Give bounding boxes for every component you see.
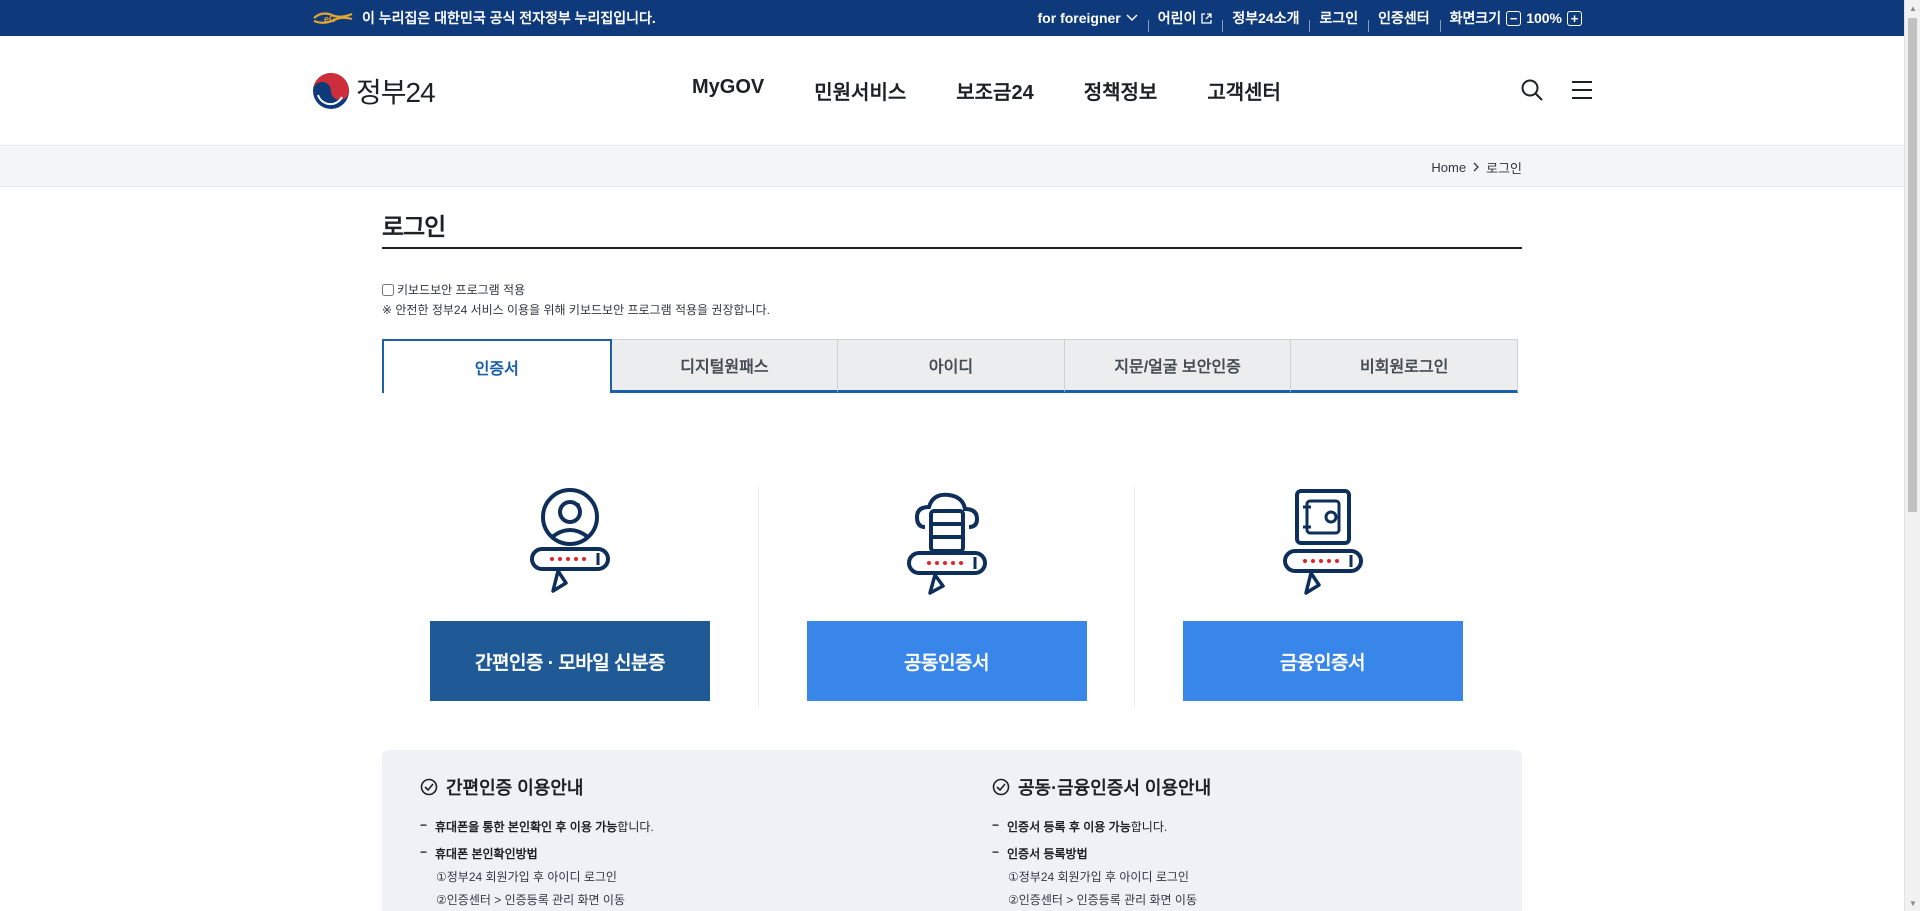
kids-label: 어린이 [1157,10,1197,26]
dash-bullet: − [420,845,428,859]
check-circle-icon [992,778,1010,796]
guide-text: 휴대폰을 통한 본인확인 후 이용 가능합니다. [435,818,654,835]
keyboard-security-option[interactable]: 키보드보안 프로그램 적용 [382,281,525,298]
guide-step: ②인증센터 > 인증등록 관리 화면 이동 [1008,893,1197,907]
tab-id[interactable]: 아이디 [837,339,1065,393]
guide-bold-text: 인증서 등록 후 이용 가능 [1007,820,1131,834]
finance-cert-card: 금융인증서 [1134,487,1510,707]
joint-cert-card: 공동인증서 [758,487,1134,707]
keyboard-security-checkbox[interactable] [382,283,394,296]
finance-cert-icon-wrap [1273,487,1373,602]
cloud-server-icon [906,492,987,595]
site-logo[interactable]: 정부24 [312,71,436,111]
foreigner-label: for foreigner [1037,10,1121,26]
login-tabs: 인증서 디지털원패스 아이디 지문/얼굴 보안인증 비회원로그인 [382,339,1518,393]
tab-biometric[interactable]: 지문/얼굴 보안인증 [1063,339,1292,393]
chevron-right-icon [1473,162,1480,172]
guide-text: 인증서 등록 후 이용 가능합니다. [1007,818,1167,835]
tab-digital-onepass[interactable]: 디지털원패스 [610,339,839,393]
svg-text:eG: eG [324,14,336,24]
scroll-up-arrow-icon[interactable]: ▲ [1905,0,1920,16]
scroll-thumb[interactable] [1908,18,1917,512]
page-scrollbar[interactable]: ▲ ▼ [1904,0,1920,911]
nav-customer-center[interactable]: 고객센터 [1207,76,1281,105]
top-login-label: 로그인 [1319,10,1359,26]
check-circle-icon [420,778,438,796]
login-method-cards: 간편인증 · 모바일 신분증 공동인증서 금융인증서 [382,487,1522,707]
util-menu: for foreigner 어린이 정부24소개 로그인 인증센터 화면크기 −… [1028,0,1592,36]
taegeuk-logo-icon [313,73,349,109]
page-title: 로그인 [382,214,446,241]
search-icon[interactable] [1520,78,1544,102]
joint-cert-icon-wrap [897,487,997,602]
site-header: 정부24 MyGOV 민원서비스 보조금24 정책정보 고객센터 [0,36,1904,146]
title-divider [382,247,1522,249]
guide-item: − 인증서 등록방법 [992,845,1211,862]
nav-policy-info[interactable]: 정책정보 [1084,76,1158,105]
guide-rest-text: 합니다. [1130,820,1168,834]
person-auth-icon [530,488,610,593]
breadcrumb-bar: Home 로그인 [0,147,1904,187]
gov-notice-text: 이 누리집은 대한민국 공식 전자정부 누리집입니다. [362,10,656,26]
gov-notice: eG 이 누리집은 대한민국 공식 전자정부 누리집입니다. [312,0,656,36]
simple-auth-icon-wrap [520,487,620,602]
about-link[interactable]: 정부24소개 [1222,8,1309,32]
menu-icon[interactable] [1570,78,1594,102]
guide-step: ①정부24 회원가입 후 아이디 로그인 [1008,870,1189,884]
zoom-in-button[interactable]: + [1567,10,1582,26]
guide-bold-text: 휴대폰을 통한 본인확인 후 이용 가능 [435,820,618,834]
zoom-level: 100% [1526,10,1562,26]
simple-auth-button[interactable]: 간편인증 · 모바일 신분증 [430,621,710,701]
gov-banner: eG 이 누리집은 대한민국 공식 전자정부 누리집입니다. for forei… [0,0,1904,36]
nav-mygov[interactable]: MyGOV [692,76,764,105]
tab-non-member[interactable]: 비회원로그인 [1290,339,1518,393]
nav-subsidy24[interactable]: 보조금24 [956,76,1033,105]
cert-guide-heading: 공동·금융인증서 이용안내 [1018,778,1212,798]
simple-auth-card: 간편인증 · 모바일 신분증 [382,487,758,707]
kids-link[interactable]: 어린이 [1147,8,1223,32]
guide-item: − 휴대폰을 통한 본인확인 후 이용 가능합니다. [420,818,654,835]
tab-certificate[interactable]: 인증서 [382,339,612,393]
simple-auth-guide-title: 간편인증 이용안내 [420,774,654,800]
cert-guide-title: 공동·금융인증서 이용안내 [992,774,1211,800]
external-link-icon [1201,12,1213,24]
guide-bold-text: 휴대폰 본인확인방법 [435,847,538,861]
guide-item: − 인증서 등록 후 이용 가능합니다. [992,818,1211,835]
simple-auth-guide-heading: 간편인증 이용안내 [446,778,584,798]
screen-size-label: 화면크기 [1449,10,1502,26]
breadcrumb-current: 로그인 [1486,160,1522,176]
nav-civil-service[interactable]: 민원서비스 [814,76,906,105]
main-nav: MyGOV 민원서비스 보조금24 정책정보 고객센터 [692,76,1281,105]
about-label: 정부24소개 [1232,10,1300,26]
cert-center-label: 인증센터 [1378,10,1430,26]
guide-bold-text: 인증서 등록방법 [1007,847,1088,861]
keyboard-security-note: ※ 안전한 정부24 서비스 이용을 위해 키보드보안 프로그램 적용을 권장합… [382,303,770,317]
breadcrumb: Home 로그인 [1431,147,1522,187]
guide-item: − 휴대폰 본인확인방법 [420,845,654,862]
dash-bullet: − [420,818,428,832]
usage-guide: 간편인증 이용안내 − 휴대폰을 통한 본인확인 후 이용 가능합니다. − 휴… [382,750,1522,911]
guide-step: ①정부24 회원가입 후 아이디 로그인 [436,870,617,884]
chevron-down-icon [1126,14,1138,22]
guide-rest-text: 합니다. [617,820,654,834]
scroll-down-arrow-icon[interactable]: ▼ [1905,895,1920,911]
joint-cert-button[interactable]: 공동인증서 [806,621,1087,701]
cert-guide: 공동·금융인증서 이용안내 − 인증서 등록 후 이용 가능합니다. − 인증서… [992,774,1211,911]
foreigner-link[interactable]: for foreigner [1028,10,1148,26]
screen-size-control: 화면크기 − 100% + [1439,8,1592,32]
header-actions [1520,78,1594,102]
dash-bullet: − [992,845,1000,859]
guide-step: ②인증센터 > 인증등록 관리 화면 이동 [436,893,625,907]
breadcrumb-home[interactable]: Home [1431,160,1466,175]
safe-icon [1282,489,1363,595]
finance-cert-button[interactable]: 금융인증서 [1182,621,1463,701]
egov-logo-icon: eG [313,12,353,24]
keyboard-security-label: 키보드보안 프로그램 적용 [397,283,526,297]
cert-center-link[interactable]: 인증센터 [1368,8,1440,32]
top-login-link[interactable]: 로그인 [1309,8,1368,32]
logo-text: 정부24 [356,77,436,108]
simple-auth-guide: 간편인증 이용안내 − 휴대폰을 통한 본인확인 후 이용 가능합니다. − 휴… [420,774,654,911]
zoom-out-button[interactable]: − [1506,10,1522,26]
dash-bullet: − [992,818,1000,832]
